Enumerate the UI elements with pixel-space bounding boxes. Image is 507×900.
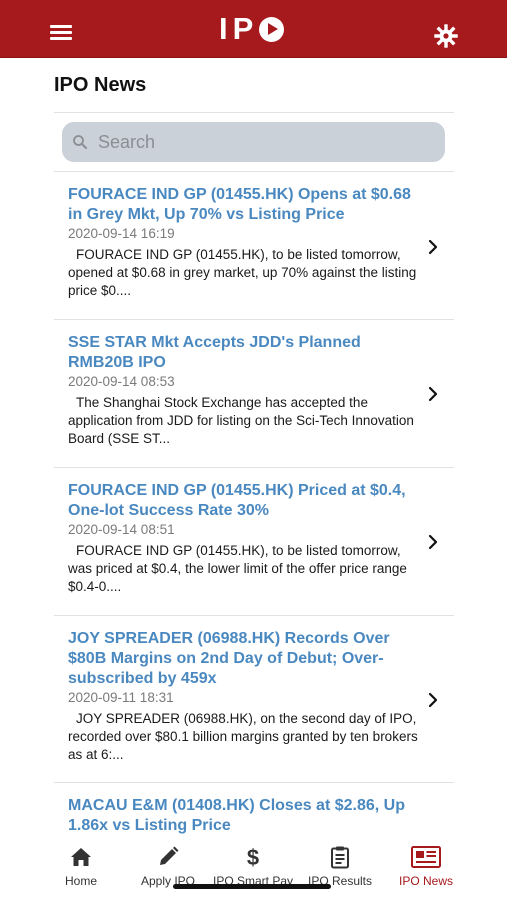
news-summary: FOURACE IND GP (01455.HK), to be listed … — [68, 247, 417, 298]
news-summary: FOURACE IND GP (01455.HK), to be listed … — [68, 543, 407, 594]
pencil-icon — [160, 846, 179, 865]
home-icon — [71, 848, 91, 866]
news-date: 2020-09-14 16:19 — [68, 226, 175, 241]
logo-text: IP — [219, 11, 259, 46]
app-logo: IP — [219, 11, 285, 46]
dollar-icon: $ — [247, 845, 259, 869]
top-bar: IP — [0, 0, 507, 58]
search-input[interactable] — [98, 122, 428, 162]
news-title[interactable]: FOURACE IND GP (01455.HK) Priced at $0.4… — [68, 481, 423, 521]
news-item[interactable]: FOURACE IND GP (01455.HK) Priced at $0.4… — [54, 468, 454, 616]
home-indicator — [173, 884, 331, 889]
hamburger-menu-icon[interactable] — [50, 25, 72, 40]
tab-label: Home — [64, 874, 97, 888]
news-item[interactable]: FOURACE IND GP (01455.HK) Opens at $0.68… — [54, 172, 454, 320]
news-title[interactable]: MACAU E&M (01408.HK) Closes at $2.86, Up… — [68, 796, 423, 835]
newspaper-icon — [411, 846, 441, 868]
news-summary: The Shanghai Stock Exchange has accepted… — [68, 395, 414, 446]
bottom-tab-bar: Home Apply IPO $ IPO Smart Pay IPO Resul… — [0, 835, 507, 900]
news-list[interactable]: FOURACE IND GP (01455.HK) Opens at $0.68… — [54, 172, 454, 835]
news-item[interactable]: MACAU E&M (01408.HK) Closes at $2.86, Up… — [54, 783, 454, 835]
tab-label: IPO News — [398, 874, 453, 888]
search-bar[interactable] — [62, 122, 445, 162]
chevron-right-icon[interactable] — [428, 239, 438, 255]
svg-text:$: $ — [247, 845, 259, 869]
tab-ipo-news[interactable]: IPO News — [376, 845, 476, 893]
news-summary: JOY SPREADER (06988.HK), on the second d… — [68, 711, 418, 762]
news-date: 2020-09-11 18:31 — [68, 690, 174, 705]
news-item[interactable]: SSE STAR Mkt Accepts JDD's Planned RMB20… — [54, 320, 454, 468]
news-date: 2020-09-14 08:53 — [68, 374, 175, 389]
search-icon — [73, 135, 87, 149]
play-icon — [259, 16, 285, 42]
divider — [54, 112, 454, 113]
news-title[interactable]: JOY SPREADER (06988.HK) Records Over $80… — [68, 629, 423, 689]
chevron-right-icon[interactable] — [428, 386, 438, 402]
page-title: IPO News — [54, 74, 147, 96]
news-item[interactable]: JOY SPREADER (06988.HK) Records Over $80… — [54, 616, 454, 783]
chevron-right-icon[interactable] — [428, 692, 438, 708]
clipboard-icon — [331, 846, 349, 869]
news-date: 2020-09-14 08:51 — [68, 522, 175, 537]
chevron-right-icon[interactable] — [428, 534, 438, 550]
gear-icon[interactable] — [434, 24, 458, 48]
news-title[interactable]: FOURACE IND GP (01455.HK) Opens at $0.68… — [68, 185, 423, 225]
tab-home[interactable]: Home — [31, 845, 131, 893]
news-title[interactable]: SSE STAR Mkt Accepts JDD's Planned RMB20… — [68, 333, 423, 373]
